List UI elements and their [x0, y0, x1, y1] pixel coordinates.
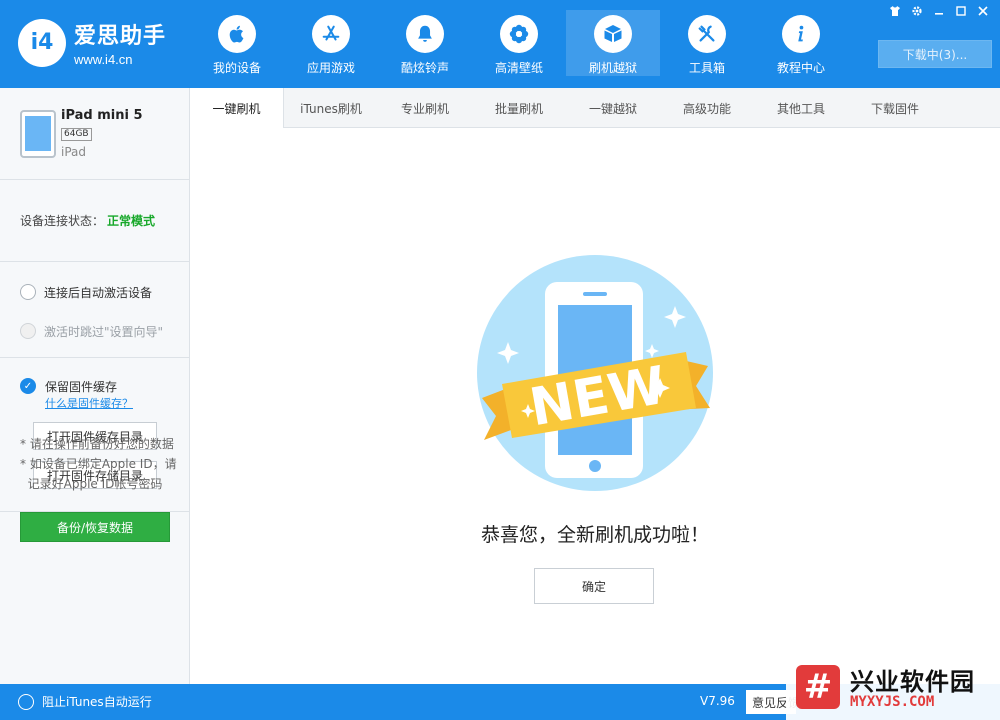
tab-download-firmware[interactable]: 下载固件	[848, 88, 942, 128]
sidebar: iPad mini 5 64GB iPad 设备连接状态： 正常模式 连接后自动…	[0, 88, 190, 684]
checkmark-icon[interactable]: ✓	[20, 378, 36, 394]
success-message: 恭喜您，全新刷机成功啦！	[480, 524, 709, 546]
close-icon[interactable]	[972, 2, 994, 20]
option-label: 激活时跳过"设置向导"	[44, 324, 164, 339]
nav-wallpapers[interactable]: 高清壁纸	[472, 10, 566, 76]
tab-pro-flash[interactable]: 专业刷机	[378, 88, 472, 128]
version-label: V7.96	[700, 694, 735, 708]
app-logo: i4 爱思助手 www.i4.cn	[18, 18, 166, 67]
radio-icon[interactable]	[20, 323, 36, 339]
tab-batch-flash[interactable]: 批量刷机	[472, 88, 566, 128]
note-line: * 请在操作前备份好您的数据	[20, 437, 174, 451]
success-illustration: NEW	[477, 255, 713, 491]
connection-status-label: 设备连接状态：	[20, 214, 105, 228]
info-icon	[782, 15, 820, 53]
nav-label: 高清壁纸	[494, 61, 543, 75]
backup-notes: * 请在操作前备份好您的数据 * 如设备已绑定Apple ID，请 记录好App…	[20, 434, 182, 494]
window-controls	[884, 2, 994, 20]
device-card[interactable]: iPad mini 5 64GB iPad	[0, 88, 189, 180]
shirt-icon[interactable]	[884, 2, 906, 20]
app-url: www.i4.cn	[74, 52, 133, 67]
note-line: 记录好Apple ID帐号密码	[20, 477, 163, 491]
download-progress-button[interactable]: 下载中(3)...	[878, 40, 992, 68]
box-icon	[594, 15, 632, 53]
nav-toolbox[interactable]: 工具箱	[660, 10, 754, 76]
app-name: 爱思助手	[74, 24, 167, 49]
minimize-icon[interactable]	[928, 2, 950, 20]
nav-apps-games[interactable]: 应用游戏	[284, 10, 378, 76]
backup-restore-button[interactable]: 备份/恢复数据	[20, 512, 170, 542]
nav-label: 酷炫铃声	[400, 61, 449, 75]
app-store-icon	[312, 15, 350, 53]
nav-label: 教程中心	[776, 61, 825, 75]
nav-label: 刷机越狱	[588, 61, 637, 75]
device-name: iPad mini 5	[61, 108, 143, 123]
nav-label: 我的设备	[212, 61, 261, 75]
radio-icon[interactable]	[18, 693, 34, 710]
main-panel: NEW 恭喜您，全新刷机成功啦！ 确定	[190, 128, 1000, 684]
tools-icon	[688, 15, 726, 53]
apple-icon	[218, 15, 256, 53]
nav-my-device[interactable]: 我的设备	[190, 10, 284, 76]
nav-tutorials[interactable]: 教程中心	[754, 10, 848, 76]
device-capacity-badge: 64GB	[61, 128, 92, 141]
note-line: * 如设备已绑定Apple ID，请	[20, 457, 177, 471]
maximize-icon[interactable]	[950, 2, 972, 20]
ipad-icon	[20, 110, 56, 158]
tab-other-tools[interactable]: 其他工具	[754, 88, 848, 128]
flower-icon	[500, 15, 538, 53]
skip-setup-option[interactable]: 激活时跳过"设置向导"	[0, 321, 189, 341]
nav-label: 应用游戏	[306, 61, 355, 75]
nav-label: 工具箱	[688, 61, 725, 75]
connection-status: 设备连接状态： 正常模式	[0, 180, 189, 262]
tab-advanced[interactable]: 高级功能	[660, 88, 754, 128]
nav-flash-jailbreak[interactable]: 刷机越狱	[566, 10, 660, 76]
connection-status-value: 正常模式	[107, 214, 156, 228]
tab-one-click-jailbreak[interactable]: 一键越狱	[566, 88, 660, 128]
device-type: iPad	[61, 145, 87, 159]
tab-bar: 一键刷机 iTunes刷机 专业刷机 批量刷机 一键越狱 高级功能 其他工具 下…	[190, 88, 1000, 129]
bell-icon	[406, 15, 444, 53]
block-itunes-toggle[interactable]: 阻止iTunes自动运行	[18, 693, 152, 710]
top-bar: i4 爱思助手 www.i4.cn 我的设备 应用游戏 酷炫铃声 高清壁纸 刷机…	[0, 0, 1000, 88]
keep-cache-label[interactable]: 保留固件缓存	[45, 378, 117, 395]
site-watermark: # 兴业软件园 MYXYJS.COM	[786, 660, 1000, 720]
watermark-logo: #	[796, 665, 840, 709]
option-label: 连接后自动激活设备	[44, 285, 153, 300]
nav-ringtones[interactable]: 酷炫铃声	[378, 10, 472, 76]
confirm-button[interactable]: 确定	[534, 568, 654, 604]
main-nav: 我的设备 应用游戏 酷炫铃声 高清壁纸 刷机越狱 工具箱 教程中心	[190, 10, 848, 76]
radio-icon[interactable]	[20, 284, 36, 300]
tab-one-click-flash[interactable]: 一键刷机	[190, 88, 284, 129]
activation-options: 连接后自动激活设备 激活时跳过"设置向导"	[0, 262, 189, 358]
watermark-url: MYXYJS.COM	[850, 694, 935, 710]
gear-icon[interactable]	[906, 2, 928, 20]
block-itunes-label: 阻止iTunes自动运行	[42, 695, 152, 709]
tab-itunes-flash[interactable]: iTunes刷机	[284, 88, 378, 128]
logo-badge: i4	[18, 18, 66, 67]
watermark-name: 兴业软件园	[850, 668, 975, 696]
auto-activate-option[interactable]: 连接后自动激活设备	[0, 282, 189, 302]
what-is-cache-link[interactable]: 什么是固件缓存？	[45, 395, 133, 411]
